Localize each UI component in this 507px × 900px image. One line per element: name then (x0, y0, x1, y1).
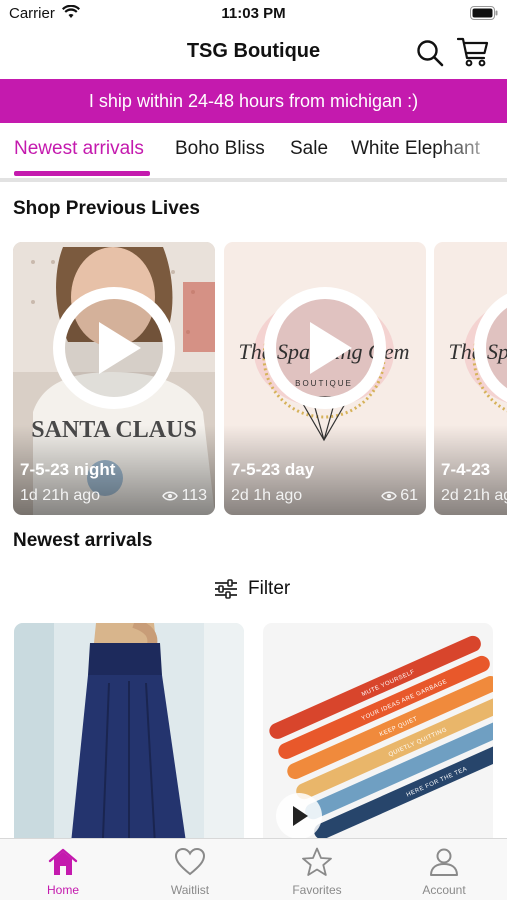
tab-bar-account[interactable]: Account (381, 839, 507, 900)
section-title-lives: Shop Previous Lives (13, 198, 200, 219)
live-card[interactable]: SANTA CLAUS 7-5-23 night 1d 21h ago 113 (13, 242, 215, 515)
live-time-ago: 2d 21h ago (441, 487, 507, 504)
filter-button[interactable]: Filter (214, 574, 290, 604)
tab-bar-label: Home (46, 883, 79, 897)
live-view-count: 113 (162, 487, 207, 505)
play-icon (293, 806, 308, 826)
views-number: 61 (400, 487, 418, 504)
status-bar: Carrier 11:03 PM (0, 0, 507, 28)
section-title-arrivals: Newest arrivals (13, 530, 153, 551)
tab-bar-label: Favorites (292, 883, 342, 897)
home-icon (48, 848, 78, 875)
live-date: 7-5-23 day (231, 460, 315, 479)
tab-bar-home[interactable]: Home (0, 839, 126, 900)
tab-sale[interactable]: Sale (290, 138, 328, 160)
product-card[interactable] (14, 623, 244, 863)
shipping-banner-text: I ship within 24-48 hours from michigan … (88, 90, 419, 111)
tab-bar-label: Account (422, 883, 466, 897)
search-icon[interactable] (416, 39, 444, 67)
sliders-icon (215, 579, 237, 599)
tab-bar-waitlist[interactable]: Waitlist (127, 839, 253, 900)
eye-icon (381, 491, 398, 501)
tabs-divider (0, 178, 507, 182)
tabs-fade (437, 123, 507, 179)
play-button[interactable] (53, 287, 175, 409)
nav-bar: TSG Boutique (0, 28, 507, 78)
category-tabs: Newest arrivals Boho Bliss Sale White El… (0, 123, 507, 179)
person-icon (430, 848, 458, 876)
eye-icon (162, 491, 179, 501)
tab-bar-favorites[interactable]: Favorites (254, 839, 380, 900)
live-time-ago: 1d 21h ago (20, 487, 101, 504)
heart-icon (175, 847, 205, 876)
live-card[interactable]: The Sparkling Gem BOUTIQUE 7-5-23 day 2d… (224, 242, 426, 515)
live-card[interactable]: The Sparkling Gem 7-4-23 2d 21h ago (434, 242, 507, 515)
product-video-play-button[interactable] (276, 793, 322, 839)
play-icon (99, 322, 141, 374)
tab-newest-arrivals[interactable]: Newest arrivals (14, 138, 144, 160)
star-icon (302, 847, 332, 876)
views-number: 113 (181, 487, 207, 504)
active-tab-indicator (14, 171, 150, 176)
cart-icon[interactable] (457, 37, 489, 67)
play-icon (310, 322, 352, 374)
tab-boho-bliss[interactable]: Boho Bliss (175, 138, 265, 160)
filter-label: Filter (248, 578, 291, 599)
battery-icon (470, 6, 498, 20)
tab-bar-label: Waitlist (170, 883, 210, 897)
bottom-tab-bar: Home Waitlist Favorites Account (0, 838, 507, 900)
live-time-ago: 2d 1h ago (231, 487, 303, 504)
live-view-count: 61 (381, 487, 418, 505)
shipping-banner: I ship within 24-48 hours from michigan … (0, 79, 507, 123)
product-image (14, 623, 244, 863)
clock: 11:03 PM (221, 5, 286, 22)
play-button[interactable] (264, 287, 386, 409)
lives-carousel[interactable]: SANTA CLAUS 7-5-23 night 1d 21h ago 113 … (0, 242, 507, 516)
live-date: 7-4-23 (441, 460, 491, 479)
live-date: 7-5-23 night (20, 460, 116, 479)
